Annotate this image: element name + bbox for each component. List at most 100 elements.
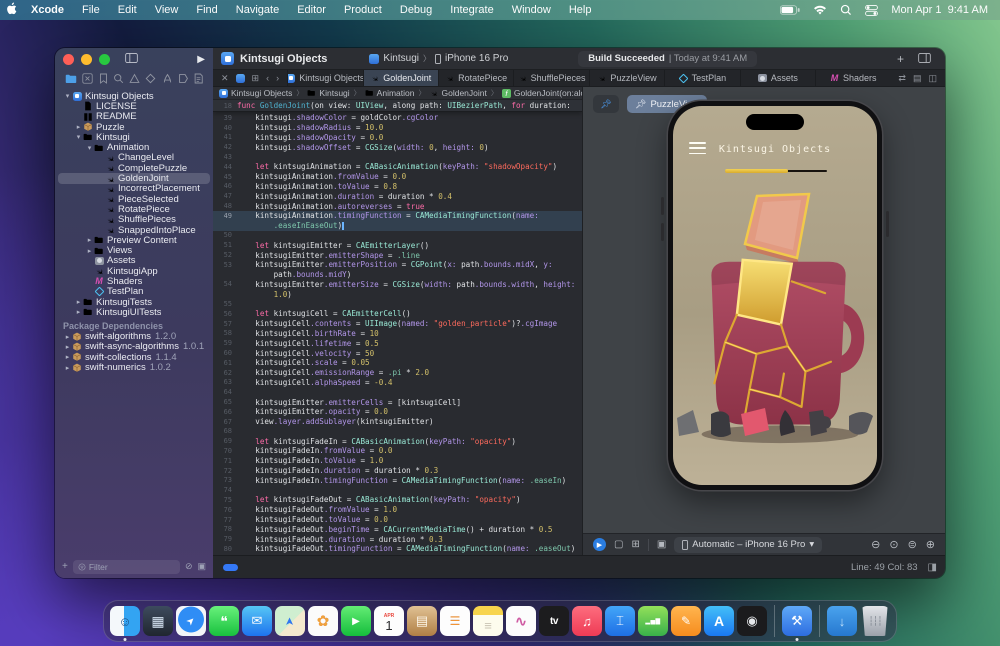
code-line-77[interactable]: 77 kintsugiFadeOut.toValue = 0.0 (213, 515, 582, 525)
bookmarks-icon[interactable] (99, 73, 108, 84)
dock-photos[interactable] (308, 606, 338, 636)
menu-window[interactable]: Window (503, 4, 560, 16)
activity-view[interactable]: Build Succeeded | Today at 9:41 AM (578, 51, 757, 67)
menu-navigate[interactable]: Navigate (227, 4, 288, 16)
search-icon[interactable] (840, 4, 852, 16)
dock-tv[interactable] (539, 606, 569, 636)
code-line-80[interactable]: 80 kintsugiFadeOut.timingFunction = CAMe… (213, 544, 582, 554)
code-line-55[interactable]: 55 (213, 299, 582, 309)
control-center-icon[interactable] (865, 5, 878, 16)
tree-item-incorrectplacement[interactable]: IncorrectPlacement (55, 184, 213, 194)
show-recent-button[interactable]: ⊘ (185, 561, 193, 572)
scroll-indicator[interactable] (223, 564, 238, 571)
dock-notes[interactable] (473, 606, 503, 636)
code-line-78[interactable]: 78 kintsugiFadeOut.beginTime = CACurrent… (213, 524, 582, 534)
dock-fingerprint-app[interactable] (737, 606, 767, 636)
tree-item-rotatepiece[interactable]: RotatePiece (55, 204, 213, 214)
dock-trash[interactable] (860, 606, 890, 636)
breadcrumb-kintsugi[interactable]: Kintsugi (307, 88, 349, 98)
code-line-54[interactable]: 54 kintsugiEmitter.emitterSize = CGSize(… (213, 280, 582, 290)
code-line-64[interactable]: 64 (213, 387, 582, 397)
code-line-40[interactable]: 40 kintsugi.shadowRadius = 10.0 (213, 123, 582, 133)
run-button[interactable]: ▶ (197, 54, 205, 65)
related-items-icon[interactable] (236, 74, 245, 83)
code-line-42[interactable]: 42 kintsugi.shadowOffset = CGSize(width:… (213, 142, 582, 152)
jump-bar[interactable]: Kintsugi Objects〉Kintsugi〉Animation〉Gold… (213, 87, 582, 100)
code-line-49[interactable]: 49 kintsugiAnimation.timingFunction = CA… (213, 211, 582, 221)
device-settings-icon[interactable]: ▣ (657, 539, 666, 550)
close-tab-icon[interactable]: ✕ (221, 73, 229, 84)
filter-input[interactable]: Filter (73, 560, 180, 574)
zoom-fit-icon[interactable]: ⊜ (908, 538, 917, 551)
forward-button[interactable]: › (276, 73, 279, 83)
add-editor-icon[interactable]: ◫ (928, 73, 937, 84)
code-line-61[interactable]: 61 kintsugiCell.scale = 0.05 (213, 358, 582, 368)
apple-menu[interactable] (0, 2, 22, 18)
tree-item-changelevel[interactable]: ChangeLevel (55, 153, 213, 163)
menu-edit[interactable]: Edit (109, 4, 146, 16)
breakpoints-navigator-icon[interactable] (178, 73, 189, 84)
pinned-declaration-row[interactable]: 18func GoldenJoint(on view: UIView, alon… (213, 100, 582, 112)
app-screen[interactable]: Kintsugi Objects (673, 106, 877, 485)
tree-item-kintsugiuitests[interactable]: ▸KintsugiUITests (55, 307, 213, 317)
code-line-66[interactable]: 66 kintsugiEmitter.opacity = 0.0 (213, 407, 582, 417)
code-review-icon[interactable]: ⇄ (898, 73, 906, 84)
code-line-57[interactable]: 57 kintsugiCell.contents = UIImage(named… (213, 319, 582, 329)
tree-item-kintsugiapp[interactable]: KintsugiApp (55, 266, 213, 276)
code-line-51[interactable]: 51 let kintsugiEmitter = CAEmitterLayer(… (213, 240, 582, 250)
code-line-39[interactable]: 39 kintsugi.shadowColor = goldColor.cgCo… (213, 113, 582, 123)
code-line-wrap[interactable]: 1.0) (213, 289, 582, 299)
dock-app-store[interactable] (704, 606, 734, 636)
dock-safari[interactable] (176, 606, 206, 636)
editor-layout-icon[interactable]: ◨ (928, 562, 937, 573)
menu-help[interactable]: Help (560, 4, 601, 16)
code-line-52[interactable]: 52 kintsugiEmitter.emitterShape = .line (213, 250, 582, 260)
tree-item-license[interactable]: LICENSE (55, 101, 213, 111)
tree-item-completepuzzle[interactable]: CompletePuzzle (55, 163, 213, 173)
code-line-60[interactable]: 60 kintsugiCell.velocity = 50 (213, 348, 582, 358)
dock-mail[interactable] (242, 606, 272, 636)
tab-puzzleview[interactable]: PuzzleView (589, 70, 664, 86)
minimap-toggle-icon[interactable]: ⊞ (252, 73, 260, 84)
toggle-sidebar-icon[interactable] (125, 53, 138, 66)
menu-find[interactable]: Find (187, 4, 226, 16)
tab-goldenjoint[interactable]: GoldenJoint (363, 70, 438, 86)
tree-item-swift-algorithms[interactable]: ▸swift-algorithms1.2.0 (55, 332, 213, 342)
code-line-53[interactable]: 53 kintsugiEmitter.emitterPosition = CGP… (213, 260, 582, 270)
code-area[interactable]: 18func GoldenJoint(on view: UIView, alon… (213, 100, 582, 555)
dock-maps[interactable] (275, 606, 305, 636)
library-add-button[interactable]: + (897, 52, 904, 66)
dock-freeform[interactable] (506, 606, 536, 636)
tests-navigator-icon[interactable] (145, 73, 156, 84)
reports-navigator-icon[interactable] (194, 73, 203, 84)
dock-keynote[interactable] (605, 606, 635, 636)
menu-product[interactable]: Product (335, 4, 391, 16)
tree-item-kintsugi-objects[interactable]: ▾Kintsugi Objects (55, 91, 213, 101)
breadcrumb-goldenjoint[interactable]: GoldenJoint (429, 88, 486, 98)
battery-icon[interactable] (780, 5, 800, 15)
dock-calendar[interactable]: APR1 (374, 606, 404, 636)
zoom-window-button[interactable] (99, 54, 110, 65)
dock-pages[interactable] (671, 606, 701, 636)
tree-item-swift-numerics[interactable]: ▸swift-numerics1.0.2 (55, 362, 213, 372)
tree-item-swift-collections[interactable]: ▸swift-collections1.1.4 (55, 352, 213, 362)
code-line-58[interactable]: 58 kintsugiCell.birthRate = 10 (213, 329, 582, 339)
source-control-icon[interactable] (82, 73, 93, 84)
tree-item-goldenjoint[interactable]: GoldenJoint (55, 173, 213, 183)
tree-item-pieceselected[interactable]: PieceSelected (55, 194, 213, 204)
code-line-71[interactable]: 71 kintsugiFadeIn.toValue = 1.0 (213, 456, 582, 466)
tree-item-snappedintoplace[interactable]: SnappedIntoPlace (55, 225, 213, 235)
dock-music[interactable] (572, 606, 602, 636)
tree-item-preview-content[interactable]: ▸Preview Content (55, 235, 213, 245)
code-line-73[interactable]: 73 kintsugiFadeIn.timingFunction = CAMed… (213, 475, 582, 485)
code-line-46[interactable]: 46 kintsugiAnimation.toValue = 0.8 (213, 182, 582, 192)
dock-numbers[interactable] (638, 606, 668, 636)
live-preview-button[interactable]: ▶ (593, 538, 606, 551)
code-line-47[interactable]: 47 kintsugiAnimation.duration = duration… (213, 191, 582, 201)
code-line-48[interactable]: 48 kintsugiAnimation.autoreverses = true (213, 201, 582, 211)
back-button[interactable]: ‹ (266, 73, 269, 83)
breadcrumb-kintsugi-objects[interactable]: Kintsugi Objects (219, 88, 292, 98)
dock-finder[interactable] (110, 606, 140, 636)
code-line-43[interactable]: 43 (213, 152, 582, 162)
tab-assets[interactable]: Assets (740, 70, 815, 86)
